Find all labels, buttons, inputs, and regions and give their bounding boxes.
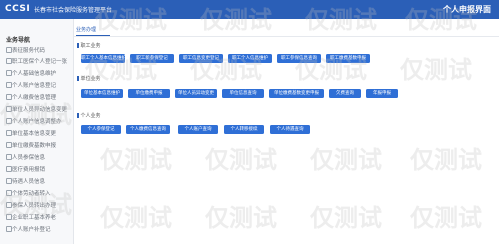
sidebar-item[interactable]: 个人账户补登记 xyxy=(0,224,73,234)
sidebar-item-label: 个人缴费信息管理 xyxy=(12,95,57,101)
sidebar-item-label: 医疗费用报销 xyxy=(12,167,46,173)
sidebar-item[interactable]: 医疗费用报销 xyxy=(0,164,73,174)
sidebar-header: 业务导航 xyxy=(6,37,31,44)
service-button[interactable]: 个人参保登记 xyxy=(81,125,121,134)
section-title: 个人业务 xyxy=(77,112,101,119)
service-button[interactable]: 职工参保信息查询 xyxy=(277,54,321,63)
sidebar-item-label: 个人账户信息登记 xyxy=(12,83,57,89)
service-button[interactable]: 个人待遇查询 xyxy=(270,125,310,134)
section-title: 单位业务 xyxy=(77,75,101,82)
sidebar-item[interactable]: 人员参保信息 xyxy=(0,152,73,162)
section-title-text: 单位业务 xyxy=(80,76,101,82)
section-title-text: 个人业务 xyxy=(80,113,101,119)
sidebar-item[interactable]: 单位缴费基数申报 xyxy=(0,140,73,150)
service-button[interactable]: 个人账户查询 xyxy=(178,125,218,134)
sidebar-item[interactable]: 职工医保个人登记一张 xyxy=(0,56,73,66)
sidebar-item[interactable]: 企业职工基本养老 xyxy=(0,212,73,222)
section-title-text: 职工业务 xyxy=(80,43,101,49)
sidebar-item-label: 参保人员转出办理 xyxy=(12,203,57,209)
sidebar-item-label: 个人基础信息维护 xyxy=(12,71,57,77)
tab-divider xyxy=(74,36,499,37)
sidebar-item[interactable]: 个体劳动者转入 xyxy=(0,188,73,198)
sidebar-item-label: 表征服务代码 xyxy=(12,48,46,54)
service-button[interactable]: 个人缴费信息查询 xyxy=(126,125,170,134)
service-button[interactable]: 欠费查询 xyxy=(329,89,361,98)
sidebar-item-label: 企业职工基本养老 xyxy=(12,215,57,221)
service-button[interactable]: 单位人员异动变更 xyxy=(175,89,217,98)
sidebar-item[interactable]: 单位人员异动信息变更 xyxy=(0,104,73,114)
sidebar-item[interactable]: 单位基本信息变更 xyxy=(0,128,73,138)
section-title: 职工业务 xyxy=(77,42,101,49)
personal-declaration-link[interactable]: 个人申报界面 xyxy=(443,4,491,15)
sidebar-item-label: 个体劳动者转入 xyxy=(12,191,51,197)
service-button[interactable]: 个人转移接续 xyxy=(224,125,264,134)
service-button[interactable]: 职工缴费基数申报 xyxy=(326,54,370,63)
sidebar-item-label: 待遇人员信息 xyxy=(12,179,46,185)
sidebar: 业务导航 表征服务代码 职工医保个人登记一张 个人基础信息维护 个人账户信息登记… xyxy=(0,19,74,244)
service-button[interactable]: 职工个人基本信息维护 xyxy=(81,54,125,63)
sidebar-item-label: 职工医保个人登记一张 xyxy=(12,59,68,65)
sidebar-item[interactable]: 个人缴费信息管理 xyxy=(0,92,73,102)
sidebar-item[interactable]: 个人基础信息维护 xyxy=(0,68,73,78)
sidebar-item[interactable]: 个人账户信息调整办 xyxy=(0,116,73,126)
sidebar-item-label: 单位缴费基数申报 xyxy=(12,143,57,149)
service-button[interactable]: 单位缴费基数变更申报 xyxy=(269,89,324,98)
logo: CCSI xyxy=(5,4,31,14)
service-button[interactable]: 单位基本信息维护 xyxy=(81,89,123,98)
service-button[interactable]: 年报申报 xyxy=(366,89,398,98)
tab-business[interactable]: 业务办理 xyxy=(76,26,110,36)
service-button[interactable]: 单位缴费申报 xyxy=(128,89,170,98)
service-button[interactable]: 职工信息变更登记 xyxy=(179,54,223,63)
sidebar-item[interactable]: 个人账户信息登记 xyxy=(0,80,73,90)
sidebar-item[interactable]: 参保人员转出办理 xyxy=(0,200,73,210)
sidebar-item-label: 个人账户信息调整办 xyxy=(12,119,62,125)
sidebar-item[interactable]: 表征服务代码 xyxy=(0,45,73,55)
top-header: CCSI 长春市社会保险服务管理平台 个人申报界面 xyxy=(0,0,499,19)
service-button[interactable]: 职工新参保登记 xyxy=(130,54,174,63)
sidebar-item-label: 人员参保信息 xyxy=(12,155,46,161)
service-button[interactable]: 单位信息查询 xyxy=(222,89,264,98)
main-content: 业务办理 职工业务 职工个人基本信息维护 职工新参保登记 职工信息变更登记 职工… xyxy=(74,19,499,244)
app-title: 长春市社会保险服务管理平台 xyxy=(34,7,113,14)
sidebar-item-label: 单位人员异动信息变更 xyxy=(12,107,68,113)
sidebar-item-label: 个人账户补登记 xyxy=(12,227,51,233)
service-button[interactable]: 职工个人信息维护 xyxy=(228,54,272,63)
sidebar-item[interactable]: 待遇人员信息 xyxy=(0,176,73,186)
sidebar-item-label: 单位基本信息变更 xyxy=(12,131,57,137)
